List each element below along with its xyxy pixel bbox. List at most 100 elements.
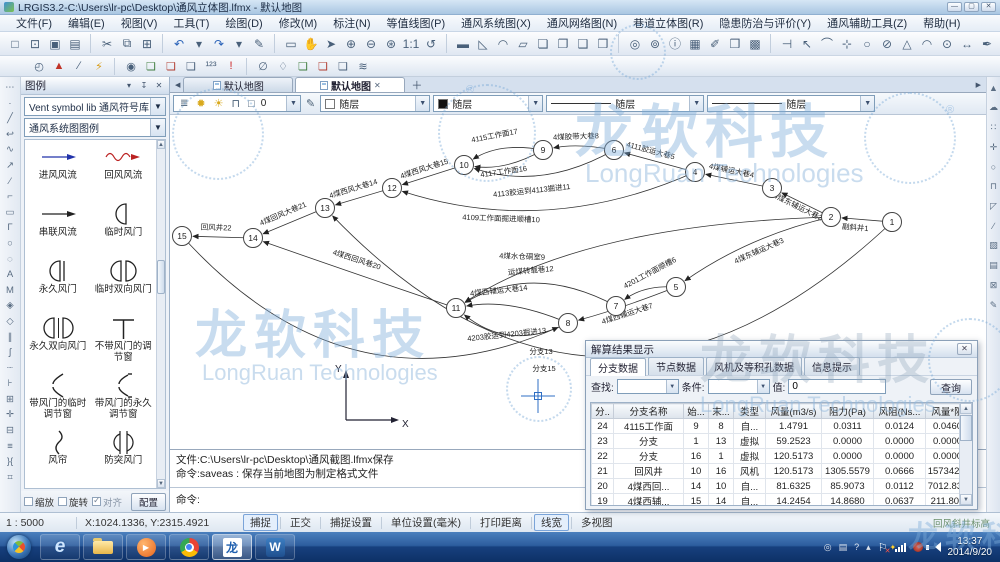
results-tab-信息提示[interactable]: 信息提示 xyxy=(804,357,860,375)
rect-remove-icon[interactable]: ❏ xyxy=(313,58,333,75)
numbering-icon[interactable]: ¹²³ xyxy=(201,58,221,75)
table-row[interactable]: 204煤西回...1410自...81.632585.90730.0112701… xyxy=(592,479,970,494)
menu-item[interactable]: 帮助(H) xyxy=(915,14,968,32)
value-input[interactable] xyxy=(788,379,886,394)
side-tool-icon[interactable]: M xyxy=(6,283,14,299)
query-button[interactable]: 查询 xyxy=(930,379,972,395)
net-edge[interactable] xyxy=(467,304,568,323)
side-tool-icon[interactable]: ∕ xyxy=(993,221,995,231)
search-field-select[interactable]: ▼ xyxy=(617,379,679,394)
column-header[interactable]: 阻力(Pa) xyxy=(822,404,874,419)
side-tool-icon[interactable]: ✛ xyxy=(990,142,998,153)
taskbar-explorer[interactable] xyxy=(83,534,123,560)
measure-curve-icon[interactable]: ◠ xyxy=(917,34,937,53)
column-header[interactable]: 分.. xyxy=(592,404,614,419)
side-tool-icon[interactable]: ⊠ xyxy=(990,280,998,291)
panel-close-icon[interactable]: ✕ xyxy=(153,81,165,90)
rect-a-icon[interactable]: ❏ xyxy=(333,58,353,75)
cut-icon[interactable]: ✂ xyxy=(97,34,117,53)
measure-length-icon[interactable]: ↔ xyxy=(957,34,977,53)
side-tool-icon[interactable]: ⊟ xyxy=(6,423,14,439)
scroll-up-icon[interactable]: ▲ xyxy=(960,403,972,414)
column-header[interactable]: 类型 xyxy=(734,404,766,419)
legend-item[interactable]: 永久双向风门 xyxy=(25,315,91,372)
select-window-icon[interactable]: ▭ xyxy=(281,34,301,53)
layer-select[interactable]: ≣ ✹ ☀ ⊓ □ 0 ▼ xyxy=(173,95,301,112)
statusbar-捕捉设置[interactable]: 捕捉设置 xyxy=(323,514,379,531)
document-tab[interactable]: 默认地图 xyxy=(183,77,293,92)
chevron-down-icon[interactable]: ▼ xyxy=(415,96,429,111)
find-icon[interactable]: ◉ xyxy=(121,58,141,75)
document-tab[interactable]: 默认地图✕ xyxy=(295,77,405,92)
menu-item[interactable]: 通风辅助工具(Z) xyxy=(819,14,915,32)
side-tool-icon[interactable]: ▨ xyxy=(989,240,998,251)
column-header[interactable]: 始... xyxy=(684,404,709,419)
legend-category-select[interactable]: 通风系统图图例 ▼ xyxy=(24,118,166,137)
scroll-up-icon[interactable]: ▲ xyxy=(157,140,165,149)
format-brush-icon[interactable]: ✎ xyxy=(249,34,269,53)
results-close-icon[interactable]: ✕ xyxy=(957,343,972,355)
undo-icon[interactable]: ↶ xyxy=(169,34,189,53)
condition-select[interactable]: ▼ xyxy=(708,379,770,394)
lineweight-select[interactable]: 随层 ▼ xyxy=(707,95,875,112)
taskbar-clock[interactable]: 13:37 2014/9/20 xyxy=(948,536,993,558)
block1-icon[interactable]: ❏ xyxy=(533,34,553,53)
tab-scroll-left-icon[interactable]: ◀ xyxy=(172,81,183,89)
redo-menu-icon[interactable]: ▾ xyxy=(229,34,249,53)
layer-edit-icon[interactable]: ✎ xyxy=(304,97,317,110)
chevron-down-icon[interactable]: ▼ xyxy=(528,96,542,111)
zoom-window-icon[interactable]: ⊛ xyxy=(381,34,401,53)
column-header[interactable]: 末... xyxy=(709,404,734,419)
tray-document-icon[interactable]: ▤ xyxy=(839,542,848,553)
chevron-down-icon[interactable]: ▼ xyxy=(689,96,703,111)
menu-item[interactable]: 标注(N) xyxy=(325,14,378,32)
pin-icon[interactable]: ↧ xyxy=(138,81,150,90)
target-icon[interactable]: ◎ xyxy=(625,34,645,53)
new-tab-button[interactable]: ＋ xyxy=(407,77,426,93)
open-icon[interactable]: ⊡ xyxy=(25,34,45,53)
hidden-icons-arrow[interactable]: ▴ xyxy=(866,542,871,553)
taskbar-lrgis-active[interactable]: 龙 xyxy=(212,534,252,560)
redo-icon[interactable]: ↷ xyxy=(209,34,229,53)
grid-tool-icon[interactable]: ▦ xyxy=(685,34,705,53)
side-tool-icon[interactable]: A xyxy=(7,267,13,283)
measure-circle-icon[interactable]: ○ xyxy=(857,34,877,53)
measure-point-icon[interactable]: ⊹ xyxy=(837,34,857,53)
line-icon[interactable]: ∕ xyxy=(69,58,89,75)
side-tool-icon[interactable]: ↗ xyxy=(6,158,14,174)
side-tool-icon[interactable]: ▭ xyxy=(6,205,15,221)
measure-angle-icon[interactable]: △ xyxy=(897,34,917,53)
print-icon[interactable]: ▤ xyxy=(65,34,85,53)
measure-radius-icon[interactable]: ⊙ xyxy=(937,34,957,53)
legend-item[interactable]: 临时双向风门 xyxy=(91,258,157,315)
menu-item[interactable]: 视图(V) xyxy=(113,14,166,32)
pointer-icon[interactable]: ➤ xyxy=(321,34,341,53)
net-edge[interactable] xyxy=(475,150,543,167)
speaker-icon[interactable] xyxy=(930,542,941,552)
table-row[interactable]: 23分支113虚拟59.25230.00000.00000.0000 xyxy=(592,434,970,449)
color-select[interactable]: 随层 ▼ xyxy=(320,95,430,112)
column-header[interactable]: 风量(m3/s) xyxy=(766,404,822,419)
scroll-down-icon[interactable]: ▼ xyxy=(960,494,972,505)
wave-tool-icon[interactable]: ≋ xyxy=(353,58,373,75)
taskbar-ie[interactable]: e xyxy=(40,534,80,560)
parallelogram-icon[interactable]: ▱ xyxy=(513,34,533,53)
zoom-out-icon[interactable]: ⊖ xyxy=(361,34,381,53)
menu-item[interactable]: 隐患防治与评价(Y) xyxy=(711,14,819,32)
measure-arc-icon[interactable]: ⌒ xyxy=(817,34,837,53)
side-tool-icon[interactable]: ⌐ xyxy=(7,189,13,205)
block3-icon[interactable]: ❑ xyxy=(573,34,593,53)
side-tool-icon[interactable]: ◈ xyxy=(6,298,13,314)
legend-item[interactable]: 临时风门 xyxy=(91,201,157,258)
menu-item[interactable]: 编辑(E) xyxy=(60,14,113,32)
zoom-actual-icon[interactable]: 1:1 xyxy=(401,34,421,53)
timer-icon[interactable]: ◴ xyxy=(29,58,49,75)
null-select-icon[interactable]: ∅ xyxy=(253,58,273,75)
statusbar-打印距离[interactable]: 打印距离 xyxy=(473,514,529,531)
menu-item[interactable]: 通风系统图(X) xyxy=(453,14,539,32)
tab-close-icon[interactable]: ✕ xyxy=(374,81,381,90)
table-row[interactable]: 21回风井1016风机120.51731305.55790.0666157342… xyxy=(592,464,970,479)
table-row[interactable]: 244115工作面98自...1.47910.03110.01240.0460 xyxy=(592,419,970,434)
net-edge[interactable] xyxy=(473,147,543,159)
statusbar-捕捉[interactable]: 捕捉 xyxy=(243,514,278,531)
